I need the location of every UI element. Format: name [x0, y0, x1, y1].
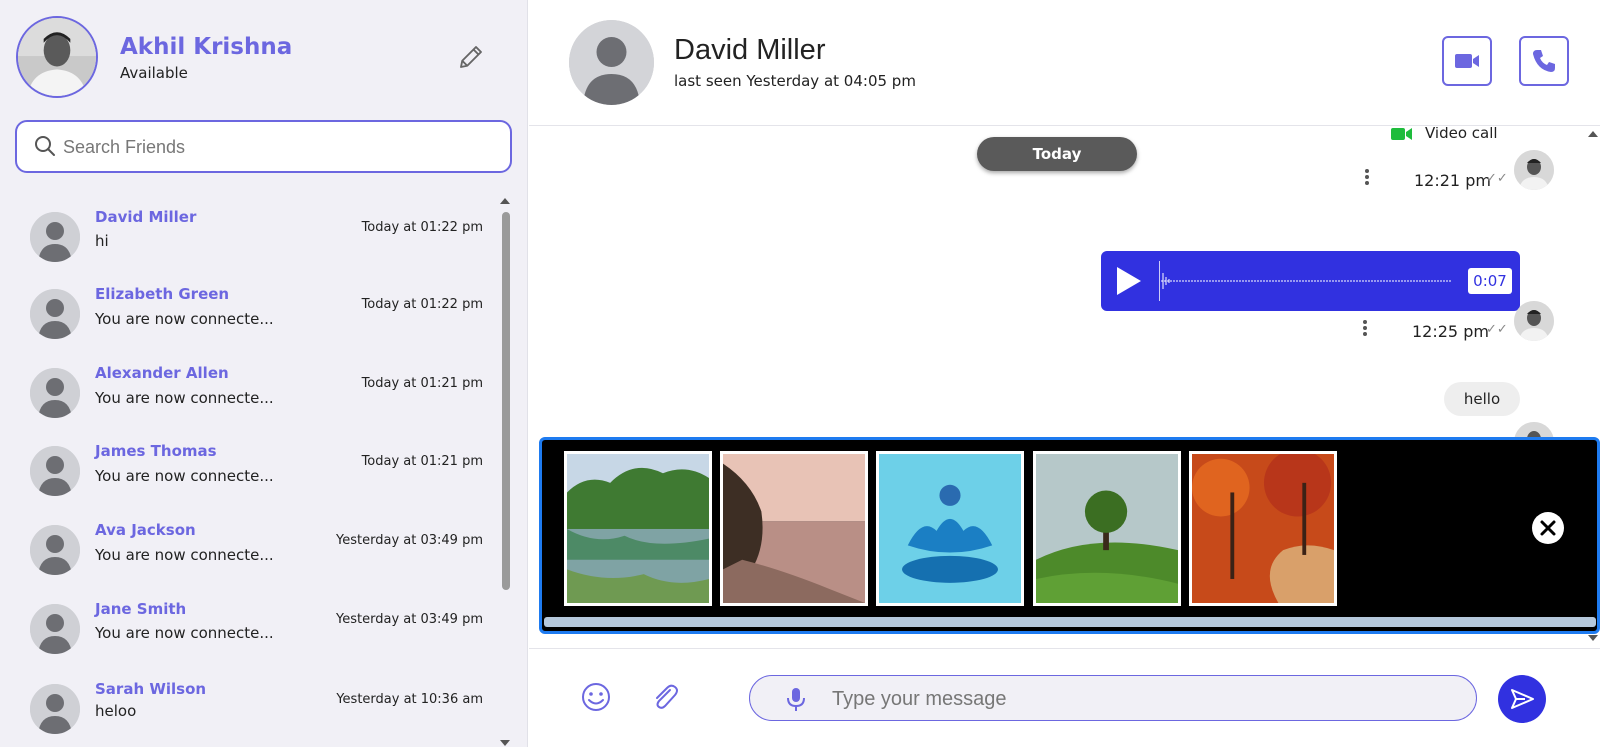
contact-item-jane-smith[interactable]: Jane Smith You are now connecte... Yeste… [0, 588, 500, 666]
message-time: 12:21 pm [1414, 171, 1491, 190]
contact-last-message: heloo [95, 702, 137, 720]
autumn-path-photo[interactable] [1189, 451, 1337, 606]
day-separator: Today [977, 137, 1137, 171]
contact-time: Today at 01:22 pm [361, 220, 483, 235]
message-input-box [749, 675, 1477, 721]
video-camera-icon [1455, 54, 1479, 68]
phone-icon [1533, 50, 1555, 72]
my-status: Available [120, 64, 188, 82]
paperclip-icon [656, 684, 678, 709]
my-name: Akhil Krishna [120, 34, 293, 60]
contact-time: Yesterday at 03:49 pm [336, 612, 483, 627]
contact-name: Alexander Allen [95, 364, 229, 382]
contact-time: Today at 01:22 pm [361, 297, 483, 312]
emoji-icon [582, 683, 610, 711]
message-input[interactable] [832, 682, 1452, 716]
avatar [30, 525, 80, 575]
avatar [30, 289, 80, 339]
play-icon[interactable] [1115, 265, 1143, 297]
chat-contact-name: David Miller [674, 34, 826, 66]
message-options-icon[interactable] [1364, 169, 1370, 189]
send-icon [1511, 689, 1534, 709]
scroll-down-arrow-icon[interactable] [500, 740, 510, 746]
contact-item-sarah-wilson[interactable]: Sarah Wilson heloo Yesterday at 10:36 am [0, 668, 500, 746]
contact-last-message: You are now connecte... [95, 546, 274, 564]
message-composer [529, 648, 1600, 747]
sidebar: Akhil Krishna Available David Miller hi … [0, 0, 528, 747]
my-avatar[interactable] [16, 16, 98, 98]
messages-scroll-down-icon[interactable] [1588, 635, 1598, 641]
avatar [30, 212, 80, 262]
contact-time: Today at 01:21 pm [361, 376, 483, 391]
water-splash-globe-photo[interactable] [876, 451, 1024, 606]
contact-name: James Thomas [95, 442, 217, 460]
contact-item-james-thomas[interactable]: James Thomas You are now connecte... Tod… [0, 430, 500, 508]
microphone-icon[interactable] [784, 686, 808, 712]
emoji-button[interactable] [580, 681, 612, 713]
search-input[interactable] [63, 130, 493, 164]
read-ticks-icon: ✓✓ [1486, 171, 1508, 186]
contact-name: Sarah Wilson [95, 680, 207, 698]
audio-message: 0:07 [1101, 251, 1520, 311]
avatar [30, 684, 80, 734]
lake-forest-photo[interactable] [564, 451, 712, 606]
contact-name: David Miller [95, 208, 197, 226]
contact-name: Jane Smith [95, 600, 187, 618]
contact-list-scroll-thumb[interactable] [502, 212, 510, 590]
voice-call-button[interactable] [1519, 36, 1569, 86]
video-call-label: Video call [1425, 127, 1498, 142]
audio-duration: 0:07 [1468, 268, 1512, 294]
contact-last-message: hi [95, 232, 109, 250]
attach-button[interactable] [649, 681, 681, 713]
close-icon [1540, 520, 1556, 536]
search-icon [35, 136, 55, 156]
message-options-icon[interactable] [1362, 320, 1368, 340]
chat-last-seen: last seen Yesterday at 04:05 pm [674, 72, 916, 90]
avatar [30, 446, 80, 496]
contact-time: Today at 01:21 pm [361, 454, 483, 469]
chat-header: David Miller last seen Yesterday at 04:0… [529, 0, 1600, 126]
contact-item-david-miller[interactable]: David Miller hi Today at 01:22 pm [0, 196, 500, 274]
green-hill-tree-photo[interactable] [1033, 451, 1181, 606]
search-box [15, 120, 512, 173]
contact-last-message: You are now connecte... [95, 310, 274, 328]
contact-item-elizabeth-green[interactable]: Elizabeth Green You are now connecte... … [0, 273, 500, 351]
avatar [30, 368, 80, 418]
video-call-button[interactable] [1442, 36, 1492, 86]
chat-avatar[interactable] [569, 20, 654, 105]
contact-last-message: You are now connecte... [95, 467, 274, 485]
contact-last-message: You are now connecte... [95, 624, 274, 642]
contact-time: Yesterday at 03:49 pm [336, 533, 483, 548]
close-preview-button[interactable] [1532, 512, 1564, 544]
message-time: 12:25 pm [1412, 322, 1489, 341]
pencil-icon [460, 46, 482, 68]
contact-time: Yesterday at 10:36 am [336, 692, 483, 707]
contact-item-ava-jackson[interactable]: Ava Jackson You are now connecte... Yest… [0, 509, 500, 587]
edit-profile-button[interactable] [456, 42, 486, 72]
read-ticks-icon: ✓✓ [1486, 322, 1508, 337]
scroll-up-arrow-icon[interactable] [500, 198, 510, 204]
preview-scrollbar[interactable] [544, 617, 1596, 627]
send-button[interactable] [1498, 675, 1546, 723]
attachment-preview [539, 437, 1600, 634]
sender-avatar [1514, 301, 1554, 341]
sunset-beach-photo[interactable] [720, 451, 868, 606]
sender-avatar [1514, 150, 1554, 190]
contact-name: Elizabeth Green [95, 285, 230, 303]
contact-name: Ava Jackson [95, 521, 196, 539]
avatar [30, 604, 80, 654]
video-call-icon [1391, 128, 1412, 140]
text-message: hello [1444, 382, 1520, 416]
messages-scroll-up-icon[interactable] [1588, 131, 1598, 137]
contact-item-alexander-allen[interactable]: Alexander Allen You are now connecte... … [0, 352, 500, 430]
contact-last-message: You are now connecte... [95, 389, 274, 407]
audio-waveform[interactable] [1159, 259, 1459, 303]
contact-list: David Miller hi Today at 01:22 pm Elizab… [0, 196, 500, 747]
